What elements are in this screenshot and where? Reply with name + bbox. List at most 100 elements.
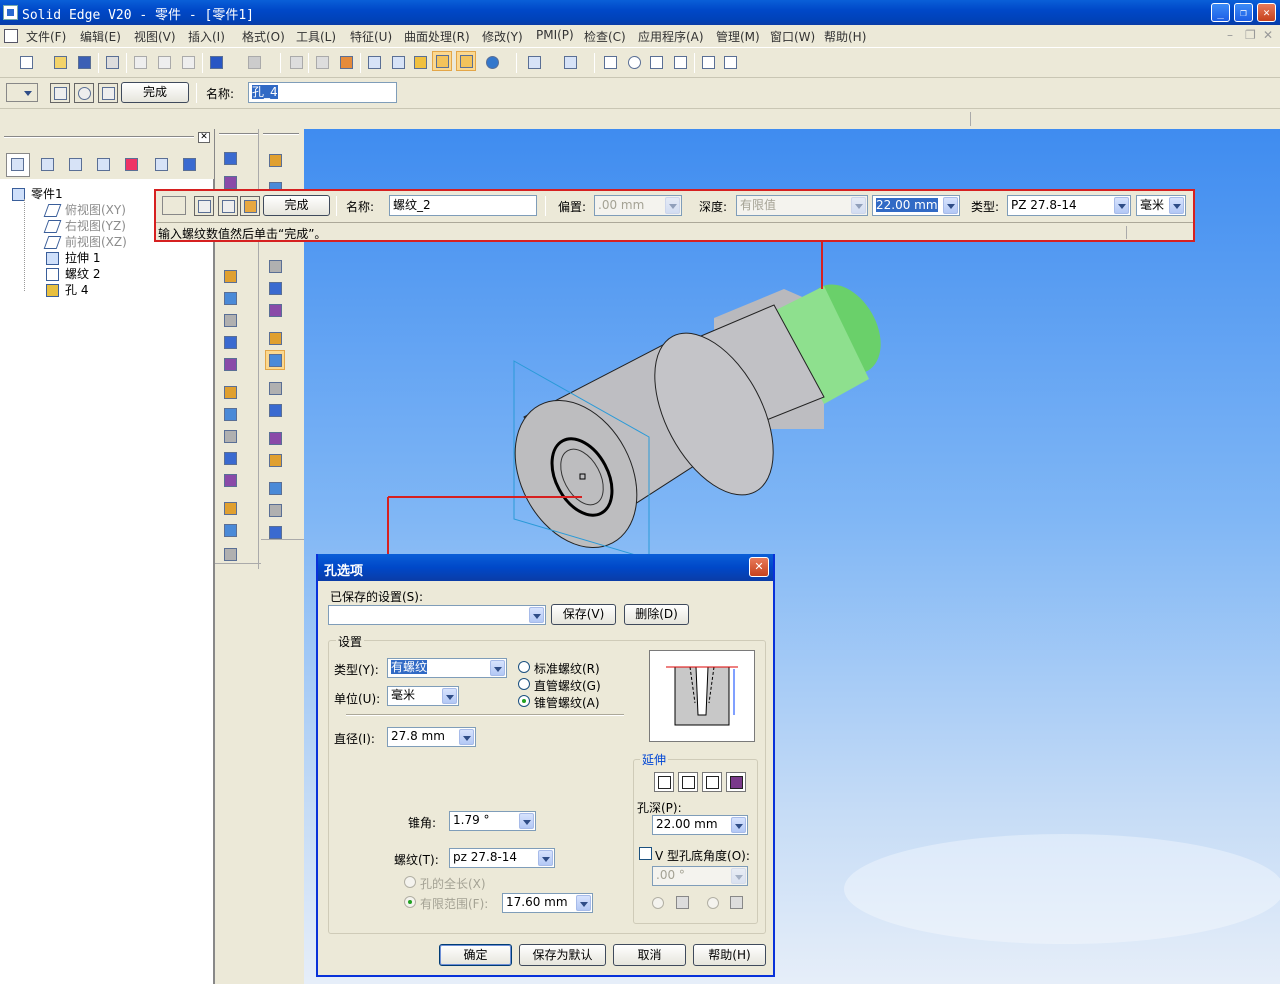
- modeling-tool-icon[interactable]: [265, 428, 285, 448]
- feature-library-tab-icon[interactable]: [64, 153, 88, 177]
- wireframe-icon[interactable]: [364, 52, 384, 72]
- tapered-pipe-thread-radio[interactable]: [518, 695, 530, 707]
- render-icon[interactable]: [482, 52, 502, 72]
- command-finish-button[interactable]: 完成: [121, 82, 189, 103]
- standard-thread-radio[interactable]: [518, 661, 530, 673]
- feature-tool-icon[interactable]: [220, 404, 240, 424]
- tree-item-thread[interactable]: 螺纹 2: [46, 265, 100, 282]
- tree-root[interactable]: 零件1: [12, 185, 63, 202]
- close-button[interactable]: ✕: [1257, 3, 1276, 22]
- menu-manage[interactable]: 管理(M): [716, 28, 760, 45]
- modeling-tool-icon[interactable]: [265, 478, 285, 498]
- menu-applications[interactable]: 应用程序(A): [638, 28, 704, 45]
- menu-insert[interactable]: 插入(I): [188, 28, 225, 45]
- modeling-tool-icon[interactable]: [265, 522, 285, 542]
- calculator-icon[interactable]: [720, 52, 740, 72]
- modeling-tool-icon[interactable]: [265, 150, 285, 170]
- menu-modify[interactable]: 修改(Y): [482, 28, 523, 45]
- cut-icon[interactable]: [130, 52, 150, 72]
- feature-tool-icon[interactable]: [220, 544, 240, 564]
- feature-tool-icon[interactable]: [220, 426, 240, 446]
- full-length-radio[interactable]: [404, 876, 416, 888]
- feature-tool-icon[interactable]: [220, 288, 240, 308]
- mdi-close-icon[interactable]: ✕: [1263, 28, 1273, 42]
- mdi-restore-icon[interactable]: ❐: [1245, 28, 1256, 42]
- feature-tool-icon[interactable]: [220, 354, 240, 374]
- menu-help[interactable]: 帮助(H): [824, 28, 866, 45]
- mdi-minimize-icon[interactable]: –: [1227, 28, 1233, 42]
- feature-tool-icon[interactable]: [220, 498, 240, 518]
- cancel-button[interactable]: 取消: [613, 944, 686, 966]
- settings-tab-icon[interactable]: [178, 153, 202, 177]
- hidden-edges-icon[interactable]: [388, 52, 408, 72]
- command-name-input[interactable]: 孔_4: [248, 82, 397, 103]
- from-to-icon[interactable]: [678, 772, 698, 792]
- menu-features[interactable]: 特征(U): [350, 28, 392, 45]
- pan-icon[interactable]: [670, 52, 690, 72]
- document-icon[interactable]: [4, 29, 18, 43]
- print-icon[interactable]: [102, 52, 122, 72]
- shaded-icon[interactable]: [432, 51, 452, 71]
- hole-type-select[interactable]: 有螺纹: [387, 658, 507, 678]
- depth-value-select[interactable]: 22.00 mm: [872, 195, 960, 216]
- modeling-tool-icon[interactable]: [265, 378, 285, 398]
- finite-extent-icon[interactable]: [726, 772, 746, 792]
- minimize-button[interactable]: _: [1211, 3, 1230, 22]
- hole-depth-select[interactable]: 22.00 mm: [652, 815, 748, 835]
- menu-file[interactable]: 文件(F): [26, 28, 66, 45]
- save-as-default-button[interactable]: 保存为默认: [519, 944, 606, 966]
- family-tab-icon[interactable]: [150, 153, 174, 177]
- open-icon[interactable]: [50, 52, 70, 72]
- menu-surfacing[interactable]: 曲面处理(R): [404, 28, 470, 45]
- finite-extent-radio[interactable]: [404, 896, 416, 908]
- help-button[interactable]: 帮助(H): [693, 944, 766, 966]
- ok-button[interactable]: 确定: [439, 944, 512, 966]
- modeling-tool-icon[interactable]: [265, 350, 285, 370]
- type-select[interactable]: PZ 27.8-14: [1007, 195, 1131, 216]
- extent-step-icon[interactable]: [98, 83, 118, 103]
- modeling-tool-icon[interactable]: [265, 500, 285, 520]
- menu-tools[interactable]: 工具(L): [296, 28, 336, 45]
- modeling-tool-icon[interactable]: [265, 328, 285, 348]
- save-icon[interactable]: [74, 52, 94, 72]
- finite-extent-select[interactable]: 17.60 mm: [502, 893, 593, 913]
- select-step-icon[interactable]: [50, 83, 70, 103]
- ribbon-options-dropdown[interactable]: [162, 196, 186, 215]
- properties-icon[interactable]: [312, 52, 332, 72]
- thread-select[interactable]: pz 27.8-14: [449, 848, 555, 868]
- modeling-tool-icon[interactable]: [265, 400, 285, 420]
- tree-item-top-plane[interactable]: 俯视图(XY): [43, 201, 126, 218]
- unit-select[interactable]: 毫米: [1136, 195, 1186, 216]
- feature-tool-icon[interactable]: [220, 266, 240, 286]
- tree-item-right-plane[interactable]: 右视图(YZ): [43, 217, 126, 234]
- feature-tool-icon[interactable]: [220, 520, 240, 540]
- feature-pathfinder-tab-icon[interactable]: [6, 153, 30, 177]
- menu-pmi[interactable]: PMI(P): [536, 28, 574, 42]
- menu-window[interactable]: 窗口(W): [770, 28, 815, 45]
- feature-library-icon[interactable]: [336, 52, 356, 72]
- select-icon[interactable]: [286, 52, 306, 72]
- tree-item-front-plane[interactable]: 前视图(XZ): [43, 233, 127, 250]
- new-icon[interactable]: [16, 52, 36, 72]
- save-settings-button[interactable]: 保存(V): [551, 604, 616, 625]
- restore-button[interactable]: ❐: [1234, 3, 1253, 22]
- taper-angle-select[interactable]: 1.79 °: [449, 811, 536, 831]
- plane-step-icon[interactable]: [74, 83, 94, 103]
- through-all-icon[interactable]: [702, 772, 722, 792]
- zoom-area-icon[interactable]: [600, 52, 620, 72]
- view-orient-icon[interactable]: [524, 52, 544, 72]
- pathfinder-close-icon[interactable]: ✕: [198, 132, 210, 143]
- ribbon-name-input[interactable]: 螺纹_2: [389, 195, 537, 216]
- redo-icon[interactable]: [244, 52, 264, 72]
- feature-tool-icon[interactable]: [220, 470, 240, 490]
- layers-tab-icon[interactable]: [36, 153, 60, 177]
- menu-edit[interactable]: 编辑(E): [80, 28, 121, 45]
- menu-format[interactable]: 格式(O): [242, 28, 285, 45]
- layers-stack-tab-icon[interactable]: [92, 153, 116, 177]
- sensors-tab-icon[interactable]: [120, 153, 144, 177]
- straight-pipe-thread-radio[interactable]: [518, 678, 530, 690]
- feature-tool-icon[interactable]: [220, 382, 240, 402]
- menu-inspect[interactable]: 检查(C): [584, 28, 626, 45]
- feature-tool-icon[interactable]: [220, 332, 240, 352]
- ribbon-cylinder-step-icon[interactable]: [194, 196, 214, 216]
